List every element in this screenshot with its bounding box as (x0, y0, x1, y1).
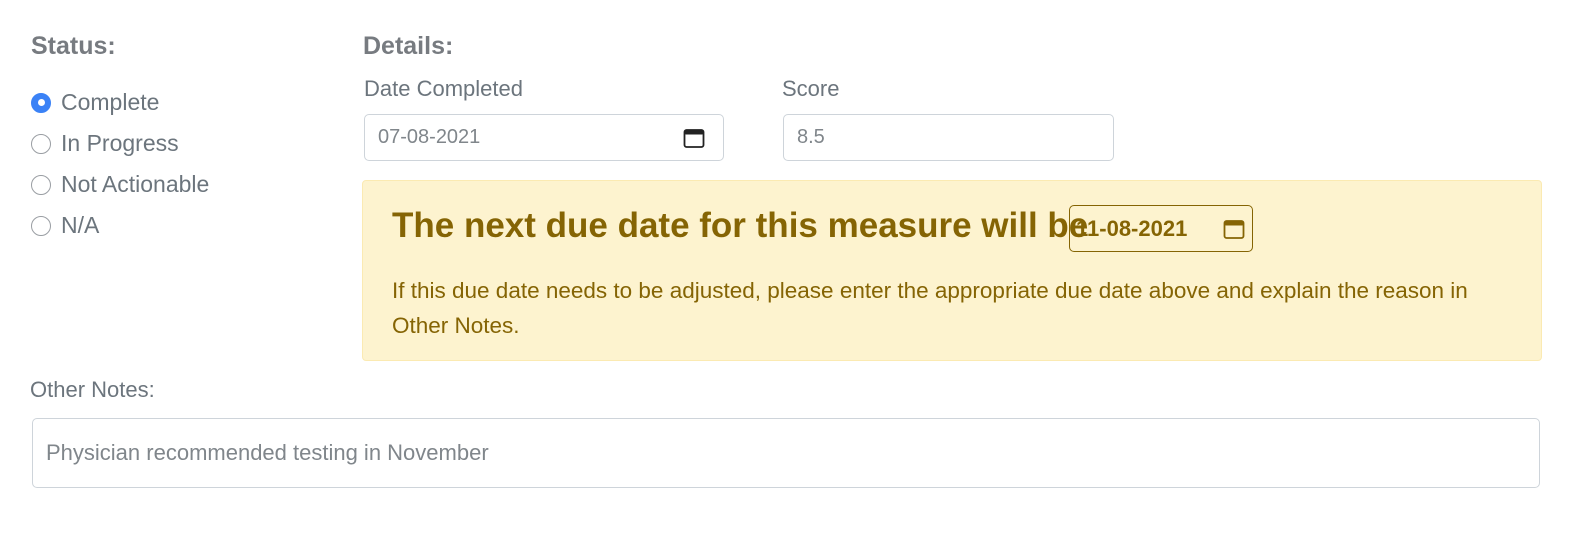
due-date-input[interactable]: 11-08-2021 (1069, 205, 1253, 252)
radio-button[interactable] (31, 174, 51, 195)
status-option-label: N/A (61, 212, 100, 238)
status-option-label: Not Actionable (61, 171, 210, 197)
next-due-date-alert: The next due date for this measure will … (362, 180, 1542, 361)
calendar-icon[interactable] (1221, 216, 1247, 242)
date-completed-input[interactable]: 07-08-2021 (364, 114, 724, 161)
status-option-label: Complete (61, 89, 160, 115)
score-label: Score (782, 76, 840, 101)
status-option-na[interactable]: N/A (31, 205, 209, 246)
date-completed-label: Date Completed (364, 76, 523, 101)
status-radio-group: Complete In Progress Not Actionable N/A (31, 82, 209, 246)
score-value: 8.5 (797, 126, 825, 148)
details-heading: Details: (363, 32, 454, 60)
due-date-value: 11-08-2021 (1076, 215, 1188, 241)
status-option-in-progress[interactable]: In Progress (31, 123, 209, 164)
status-option-label: In Progress (61, 130, 179, 156)
status-heading: Status: (31, 32, 116, 60)
radio-button[interactable] (31, 133, 51, 154)
status-option-not-actionable[interactable]: Not Actionable (31, 164, 209, 205)
date-completed-value: 07-08-2021 (378, 126, 481, 148)
alert-title: The next due date for this measure will … (392, 206, 1089, 245)
status-option-complete[interactable]: Complete (31, 82, 209, 123)
other-notes-label: Other Notes: (30, 377, 155, 402)
calendar-icon[interactable] (681, 125, 707, 151)
other-notes-value: Physician recommended testing in Novembe… (46, 440, 489, 465)
other-notes-input[interactable]: Physician recommended testing in Novembe… (32, 418, 1540, 488)
radio-button-checked[interactable] (31, 92, 51, 113)
alert-text: If this due date needs to be adjusted, p… (392, 278, 1468, 338)
radio-button[interactable] (31, 215, 51, 236)
score-input[interactable]: 8.5 (783, 114, 1114, 161)
